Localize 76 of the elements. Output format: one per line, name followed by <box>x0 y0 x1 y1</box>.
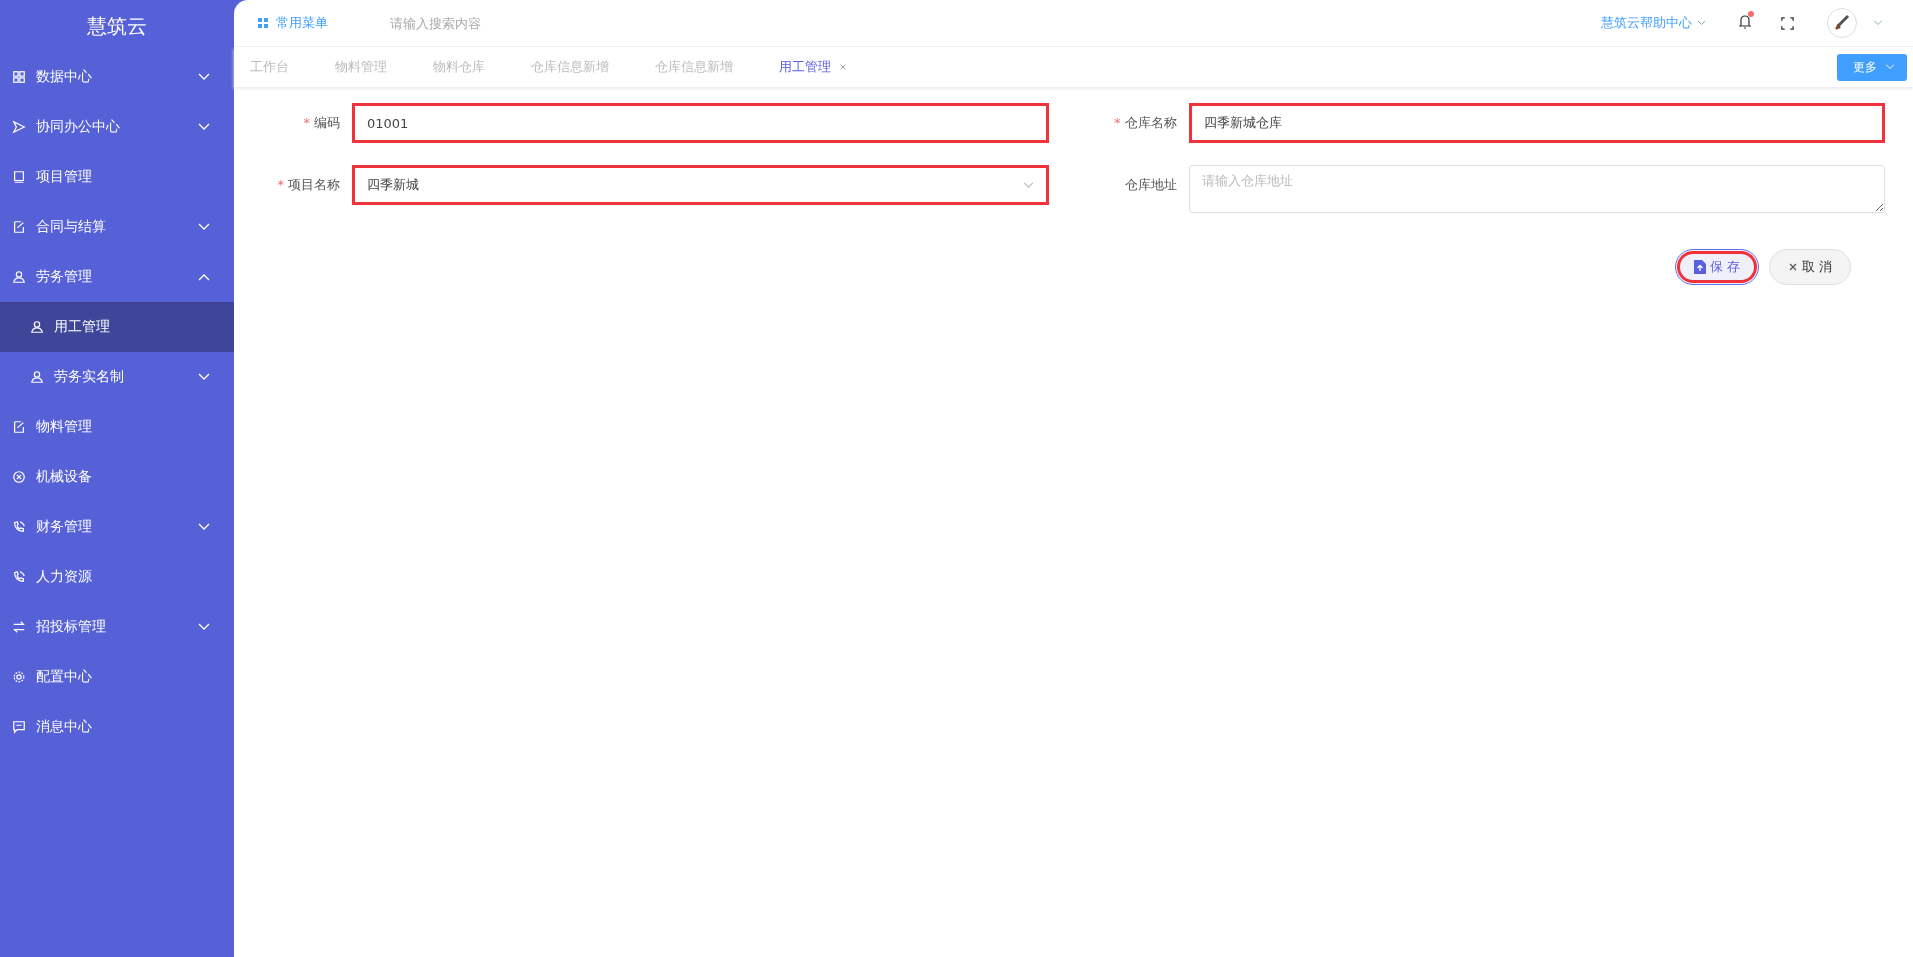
submenu-item[interactable]: 用工管理 <box>0 302 234 352</box>
menu-item[interactable]: 项目管理 <box>0 152 234 202</box>
menu-item[interactable]: 人力资源 <box>0 552 234 602</box>
cancel-button[interactable]: 取 消 <box>1768 249 1851 285</box>
chevron-down-icon <box>198 373 210 381</box>
menu-item[interactable]: 机械设备 <box>0 452 234 502</box>
user-icon <box>30 320 44 334</box>
menu-label: 财务管理 <box>36 518 93 536</box>
menu-label: 数据中心 <box>36 68 93 86</box>
grid-icon <box>12 70 26 84</box>
address-field[interactable]: 请输入仓库地址 <box>1188 165 1885 213</box>
menu-label: 协同办公中心 <box>36 118 121 136</box>
save-button[interactable]: 保 存 <box>1674 249 1759 285</box>
input-field[interactable]: 四季新城仓库 <box>1188 103 1885 143</box>
chat-icon <box>12 720 26 734</box>
menu-label: 人力资源 <box>36 568 93 586</box>
input-field[interactable]: 01001 <box>352 103 1049 143</box>
menu-item[interactable]: 物料管理 <box>0 402 234 452</box>
field-label: 仓库名称 <box>1124 115 1177 130</box>
chevron-down-icon <box>198 73 210 81</box>
menu-label: 招投标管理 <box>36 618 107 636</box>
close-icon[interactable] <box>839 63 847 71</box>
chevron-down-icon <box>1885 64 1895 70</box>
close-icon <box>1787 262 1798 272</box>
field-label: 仓库地址 <box>1124 177 1177 192</box>
submenu-item[interactable]: 劳务实名制 <box>0 352 234 402</box>
field-label: 项目名称 <box>288 177 340 192</box>
menu-item[interactable]: 招投标管理 <box>0 602 234 652</box>
chevron-down-icon <box>198 523 210 531</box>
fullscreen-icon[interactable] <box>1780 15 1795 31</box>
menu-item[interactable]: 合同与结算 <box>0 202 234 252</box>
menu-item[interactable]: 劳务管理 <box>0 252 234 302</box>
file-upload-icon <box>1693 260 1706 274</box>
swap-arrows-icon <box>12 620 26 634</box>
chevron-down-icon <box>1873 20 1883 26</box>
menu-label: 机械设备 <box>36 468 93 486</box>
tab[interactable]: 用工管理 <box>779 58 869 76</box>
menu-item[interactable]: 财务管理 <box>0 502 234 552</box>
menu-item[interactable]: 配置中心 <box>0 652 234 702</box>
menu-label: 物料管理 <box>36 418 93 436</box>
required-mark: * <box>303 115 310 130</box>
circle-x-icon <box>12 470 26 484</box>
chevron-down-icon <box>198 123 210 131</box>
user-icon <box>30 370 44 384</box>
grid-icon <box>258 18 268 28</box>
more-button[interactable]: 更多 <box>1837 53 1907 81</box>
required-mark: * <box>277 177 284 192</box>
chevron-up-icon <box>198 273 210 281</box>
menu-label: 劳务管理 <box>36 268 93 286</box>
menu-item[interactable]: 数据中心 <box>0 52 234 102</box>
user-icon <box>12 270 26 284</box>
chevron-down-icon <box>1697 20 1706 26</box>
chevron-down-icon <box>1022 181 1034 189</box>
phone-icon <box>12 520 26 534</box>
required-mark: * <box>1114 115 1121 130</box>
menu-label: 劳务实名制 <box>54 368 125 386</box>
help-center-link[interactable]: 慧筑云帮助中心 <box>1595 13 1712 33</box>
menu-item[interactable]: 消息中心 <box>0 702 234 752</box>
settings-icon <box>12 670 26 684</box>
menu-label: 用工管理 <box>54 318 111 336</box>
edit-icon <box>12 420 26 434</box>
app-title: 慧筑云 <box>86 12 148 40</box>
chevron-down-icon <box>198 223 210 231</box>
menu-link[interactable]: 常用菜单 <box>258 14 328 32</box>
select-field[interactable]: 四季新城 <box>352 165 1049 205</box>
send-icon <box>12 120 26 134</box>
menu-label: 项目管理 <box>36 168 93 186</box>
phone-icon <box>12 570 26 584</box>
chevron-down-icon <box>198 623 210 631</box>
menu-label: 消息中心 <box>36 718 93 736</box>
menu-item[interactable]: 协同办公中心 <box>0 102 234 152</box>
edit-icon <box>12 220 26 234</box>
menu-label: 配置中心 <box>36 668 93 686</box>
book-icon <box>12 170 26 184</box>
menu-label: 合同与结算 <box>36 218 107 236</box>
field-label: 编码 <box>314 115 340 130</box>
